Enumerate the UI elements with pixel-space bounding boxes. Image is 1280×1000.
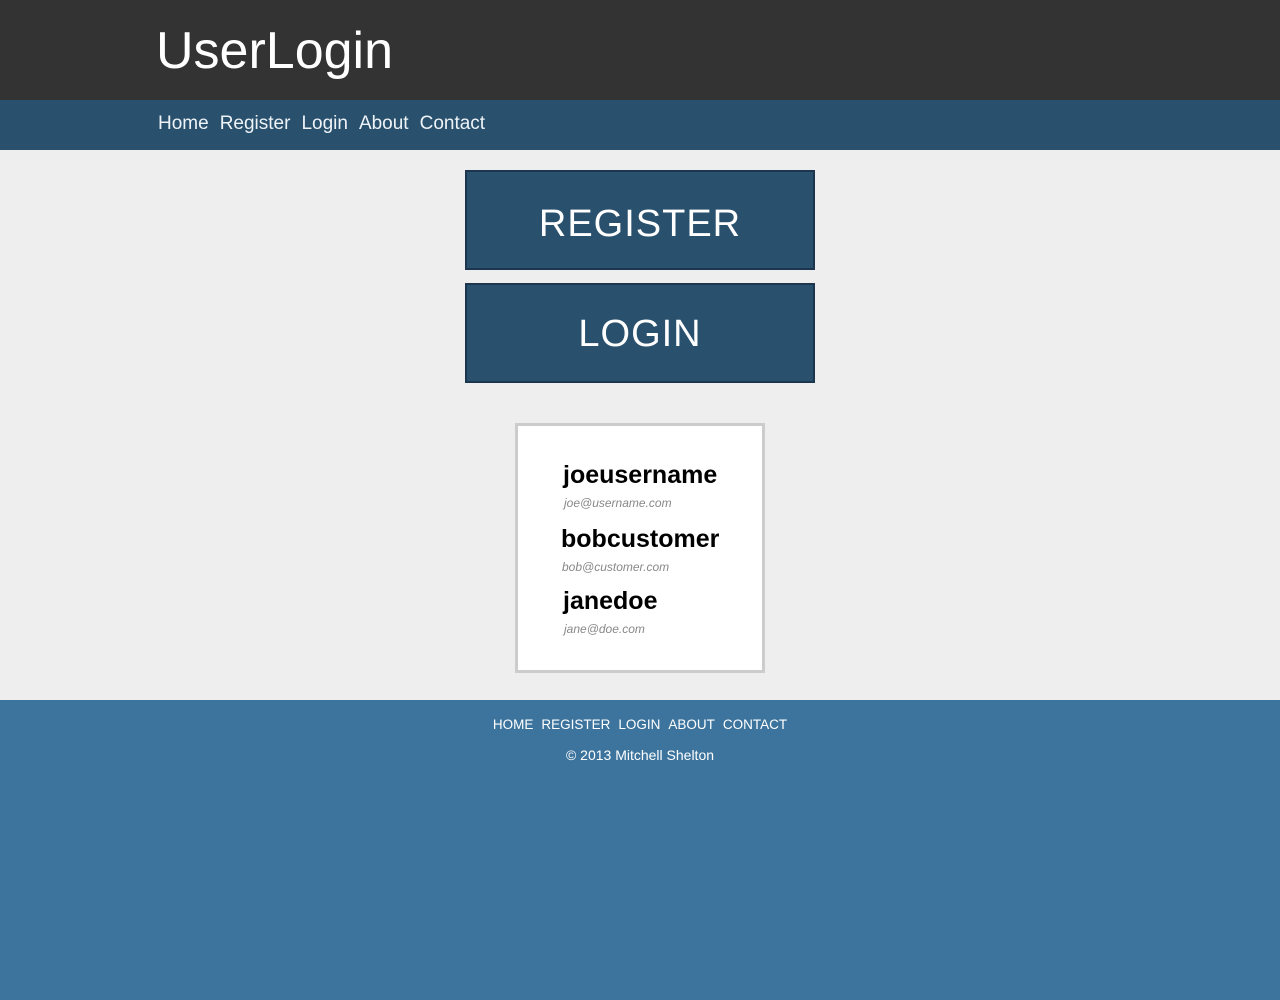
nav-link-home[interactable]: Home (158, 112, 209, 136)
footer-link-contact[interactable]: CONTACT (723, 717, 787, 733)
login-button[interactable]: LOGIN (465, 283, 815, 383)
footer-link-register[interactable]: REGISTER (541, 717, 610, 733)
user-name: janedoe (563, 587, 658, 615)
main-nav: Home Register Login About Contact (0, 100, 1280, 150)
register-button[interactable]: REGISTER (465, 170, 815, 270)
user-name: bobcustomer (561, 525, 720, 553)
site-header: UserLogin (0, 0, 1280, 100)
user-list-item: janedoe jane@doe.com (518, 587, 807, 637)
footer-link-login[interactable]: LOGIN (618, 717, 660, 733)
nav-link-about[interactable]: About (359, 112, 409, 136)
user-email: jane@doe.com (564, 622, 645, 636)
nav-link-register[interactable]: Register (220, 112, 291, 136)
footer-link-about[interactable]: ABOUT (668, 717, 715, 733)
nav-link-contact[interactable]: Contact (420, 112, 485, 136)
footer-link-home[interactable]: HOME (493, 717, 534, 733)
user-list-card: joeusername joe@username.com bobcustomer… (515, 423, 765, 673)
site-footer: HOME REGISTER LOGIN ABOUT CONTACT © 2013… (0, 700, 1280, 1000)
footer-links: HOME REGISTER LOGIN ABOUT CONTACT (0, 700, 1280, 733)
user-name: joeusername (563, 461, 718, 489)
user-list-item: joeusername joe@username.com (518, 461, 807, 511)
main-content: REGISTER LOGIN joeusername joe@username.… (0, 150, 1280, 700)
copyright-text: © 2013 Mitchell Shelton (565, 747, 715, 763)
site-title: UserLogin (156, 22, 394, 80)
nav-link-login[interactable]: Login (301, 112, 348, 136)
user-list-item: bobcustomer bob@customer.com (518, 525, 805, 575)
user-email: joe@username.com (564, 496, 672, 510)
nav-links: Home Register Login About Contact (158, 112, 485, 136)
user-email: bob@customer.com (562, 560, 670, 574)
